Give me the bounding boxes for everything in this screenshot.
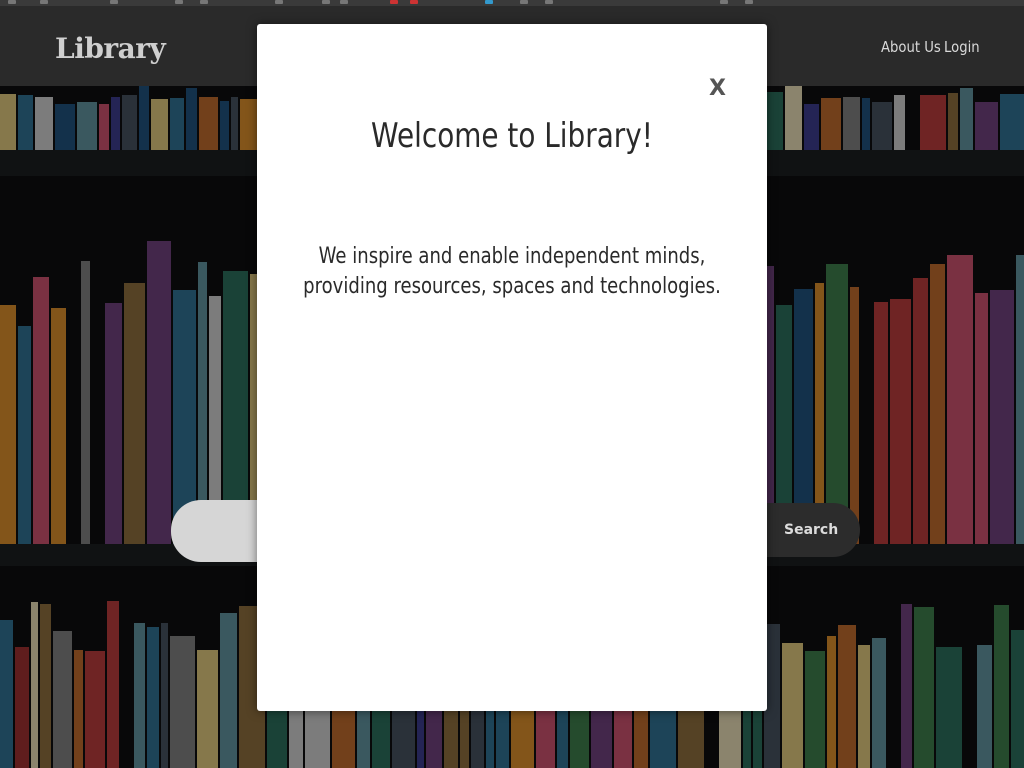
- nav-link-login[interactable]: Login: [944, 38, 980, 56]
- modal-body: We inspire and enable independent minds,…: [303, 242, 721, 302]
- modal-body-line: providing resources, spaces and technolo…: [303, 274, 721, 299]
- nav-link-about-us[interactable]: About Us: [881, 38, 941, 56]
- close-icon[interactable]: X: [709, 76, 726, 101]
- modal-title: Welcome to Library!: [371, 116, 653, 156]
- welcome-modal: X Welcome to Library! We inspire and ena…: [257, 24, 767, 711]
- brand-logo[interactable]: Library: [55, 32, 166, 65]
- modal-body-line: We inspire and enable independent minds,: [318, 244, 706, 269]
- search-button[interactable]: Search: [764, 503, 860, 557]
